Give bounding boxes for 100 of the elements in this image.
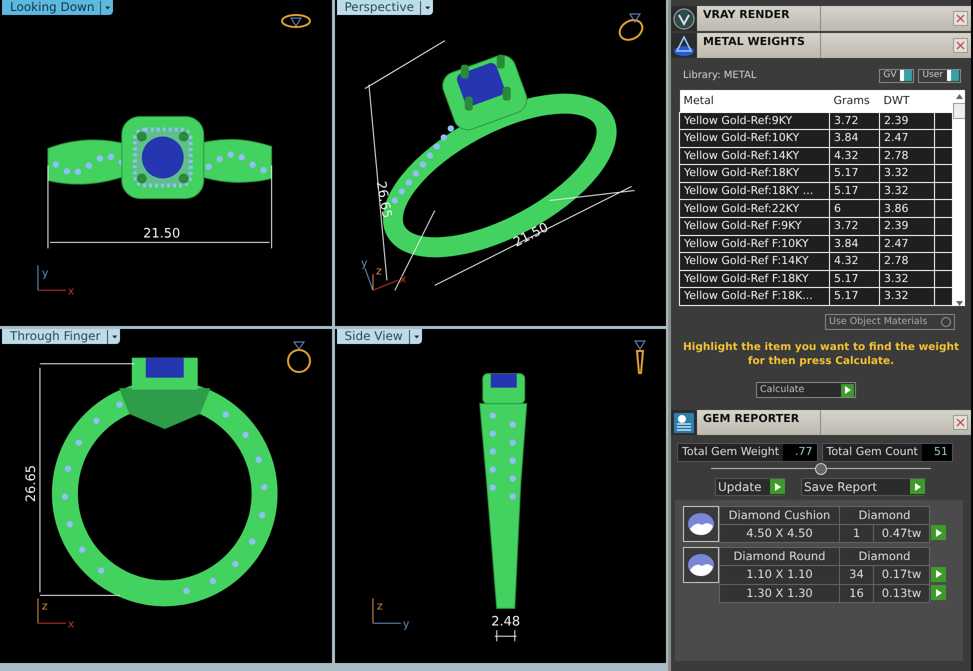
play-icon — [936, 570, 942, 578]
table-row[interactable]: Yellow Gold-Ref F:9KY 3.72 2.39 — [680, 218, 952, 236]
play-icon — [936, 528, 942, 537]
close-icon — [956, 14, 965, 23]
axis-gizmo-icon — [364, 268, 398, 291]
ring-icon — [634, 339, 646, 375]
close-button[interactable] — [953, 38, 968, 53]
table-cell: Yellow Gold-Ref F:18KY — [680, 270, 830, 288]
table-row[interactable]: Yellow Gold-Ref:14KY 4.32 2.78 — [680, 147, 952, 165]
scroll-up-icon[interactable] — [956, 94, 963, 99]
dimension-label: 26.65 — [24, 464, 39, 502]
dimension-line — [494, 630, 517, 642]
report-button[interactable]: Update — [715, 478, 785, 496]
table-cell: 2.78 — [880, 147, 934, 165]
table-cell: Yellow Gold-Ref:18KY ... — [680, 182, 830, 200]
gem-size: 1.10 X 1.10 — [720, 566, 840, 584]
table-cell: Yellow Gold-Ref:14KY — [680, 147, 830, 165]
column-header: DWT — [880, 90, 934, 112]
gem-icon — [686, 510, 716, 536]
table-cell: 3.84 — [830, 235, 880, 253]
table-row[interactable]: Yellow Gold-Ref:10KY 3.84 2.47 — [680, 130, 952, 148]
table-cell: 3.32 — [880, 270, 934, 288]
table-row[interactable]: Yellow Gold-Ref:18KY ... 5.17 3.32 — [680, 182, 952, 200]
play-icon — [914, 482, 920, 490]
axis-gizmo-icon — [37, 264, 66, 291]
column-header: Metal — [680, 90, 830, 112]
report-button[interactable]: Save Report — [801, 478, 925, 496]
table-cell: 2.39 — [880, 218, 934, 236]
play-icon — [844, 386, 850, 394]
table-cell: Yellow Gold-Ref:22KY — [680, 200, 830, 218]
axis-label: y — [42, 266, 48, 280]
panel-icon — [673, 8, 695, 30]
calculate-button[interactable]: Calculate — [756, 382, 856, 398]
table-cell: 6 — [830, 200, 880, 218]
table-cell: 5.17 — [830, 288, 880, 306]
close-button[interactable] — [953, 415, 968, 430]
table-cell: Yellow Gold-Ref:9KY — [680, 112, 830, 130]
option-checkbox[interactable]: Use Object Materials — [825, 314, 955, 330]
gem-weight: 0.47tw — [874, 524, 930, 542]
play-icon — [774, 482, 780, 490]
close-button[interactable] — [953, 11, 968, 26]
table-cell: 5.17 — [830, 182, 880, 200]
scrollbar[interactable] — [953, 90, 965, 306]
axis-gizmo-icon — [37, 598, 66, 624]
axis-label: z — [376, 599, 382, 612]
axis-label: z — [375, 264, 382, 278]
table-row[interactable]: Yellow Gold-Ref:22KY 6 3.86 — [680, 200, 952, 218]
table-cell: Yellow Gold-Ref:18KY — [680, 164, 830, 182]
caret-icon[interactable] — [100, 0, 112, 14]
axis-label: x — [399, 272, 406, 286]
play-icon — [936, 588, 942, 596]
table-row[interactable]: Yellow Gold-Ref F:14KY 4.32 2.78 — [680, 252, 952, 270]
scroll-thumb[interactable] — [953, 103, 965, 119]
toggle-switch[interactable]: GV — [879, 68, 914, 82]
table-cell: 5.17 — [830, 270, 880, 288]
table-cell: 3.72 — [830, 112, 880, 130]
collapse-handle[interactable] — [815, 462, 827, 474]
axis-label: y — [360, 256, 367, 270]
close-icon — [956, 418, 965, 427]
dimension-label: 21.50 — [143, 226, 180, 242]
scroll-down-icon[interactable] — [956, 301, 963, 306]
table-cell: 3.32 — [880, 164, 934, 182]
gem-icon — [686, 552, 716, 578]
select-button[interactable] — [931, 566, 946, 582]
table-row[interactable]: Yellow Gold-Ref F:10KY 3.84 2.47 — [680, 235, 952, 253]
gem-shape: Diamond Cushion — [720, 506, 840, 524]
table-cell: 2.47 — [880, 130, 934, 148]
table-cell: 3.32 — [880, 288, 934, 306]
gem-material: Diamond — [840, 506, 930, 524]
panel-icon — [673, 34, 695, 56]
viewport-tab[interactable]: Side View — [336, 329, 422, 344]
axis-gizmo-icon — [372, 598, 401, 624]
caret-icon[interactable] — [106, 330, 118, 344]
table-cell: Yellow Gold-Ref F:10KY — [680, 235, 830, 253]
total-value: .77 — [783, 444, 817, 460]
gem-material: Diamond — [840, 548, 930, 566]
table-cell: Yellow Gold-Ref:10KY — [680, 130, 830, 148]
table-cell: 2.78 — [880, 252, 934, 270]
gem-weight: 0.13tw — [874, 584, 930, 602]
table-row[interactable]: Yellow Gold-Ref F:18K... 5.17 3.32 — [680, 288, 952, 306]
toggle-switch[interactable]: User — [918, 68, 961, 82]
table-row[interactable]: Yellow Gold-Ref:18KY 5.17 3.32 — [680, 164, 952, 182]
caret-icon[interactable] — [420, 0, 431, 14]
table-cell: 3.86 — [880, 200, 934, 218]
table-row[interactable]: Yellow Gold-Ref:9KY 3.72 2.39 — [680, 112, 952, 130]
viewport-tab[interactable]: Perspective — [336, 0, 433, 15]
table-cell: 2.47 — [880, 235, 934, 253]
table-cell: Yellow Gold-Ref F:14KY — [680, 252, 830, 270]
viewport-tab[interactable]: Through Finger — [2, 329, 120, 344]
caret-icon[interactable] — [408, 330, 420, 344]
table-row[interactable]: Yellow Gold-Ref F:18KY 5.17 3.32 — [680, 270, 952, 288]
table-cell: Yellow Gold-Ref F:18K... — [680, 288, 830, 306]
close-icon — [956, 41, 965, 50]
total-label: Total Gem Count — [826, 444, 919, 460]
viewport-tab[interactable]: Looking Down — [2, 0, 114, 15]
gem-size: 4.50 X 4.50 — [720, 524, 840, 542]
dimension-label: 26.65 — [372, 180, 394, 220]
radio-icon[interactable] — [940, 316, 952, 328]
select-button[interactable] — [931, 525, 946, 540]
gem-count: 16 — [840, 584, 874, 602]
